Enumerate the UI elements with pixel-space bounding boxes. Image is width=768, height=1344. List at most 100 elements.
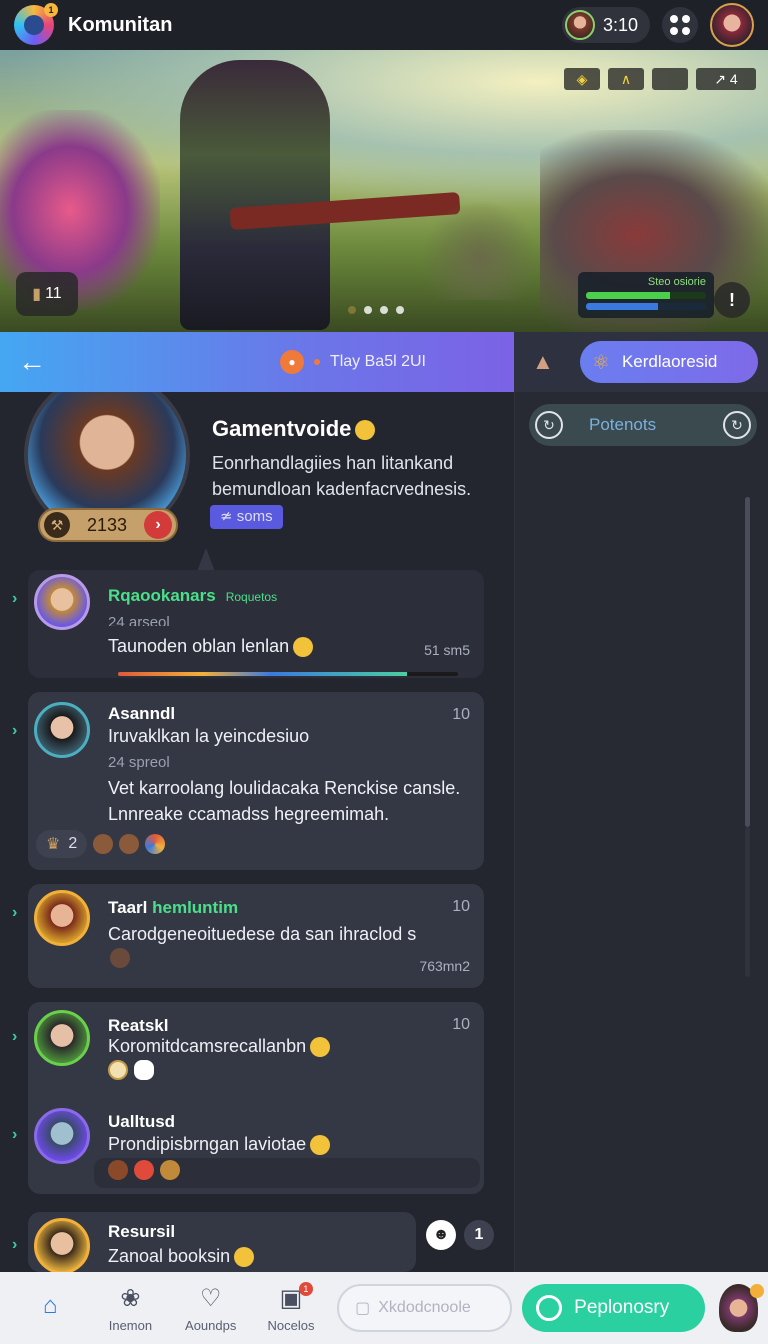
avatar[interactable] (34, 1010, 90, 1066)
explore-label: Peplonosry (574, 1297, 670, 1318)
timer-text: 3:10 (602, 14, 638, 35)
nav-aoundps[interactable]: ♡ Aoundps (171, 1284, 251, 1333)
chevron-right-icon: › (12, 590, 18, 607)
bottom-nav: ⌂ ❀ Inemon ♡ Aoundps ▣ 1 Nocelos ▢ Xkdod… (0, 1272, 768, 1344)
potenots-pill[interactable]: ↻ Potenots ↻ (529, 404, 757, 446)
message-text: Lnnreake ccamadss hegreemimah. (108, 804, 390, 824)
helmet-icon[interactable] (93, 834, 114, 854)
globe-icon[interactable] (145, 834, 166, 854)
carousel-dot[interactable] (380, 306, 388, 314)
author-highlight: hemluntim (152, 898, 239, 917)
clover-icon[interactable] (134, 1060, 154, 1080)
timer-avatar (564, 10, 595, 40)
hero-banner[interactable]: ◈ ∧ ↗ 4 ▮ 11 Steo osiorie ! (0, 50, 768, 332)
hero-ticket-button[interactable]: ▮ 11 (16, 272, 78, 316)
author-name: Rqaookanars (108, 586, 216, 605)
hero-top-icons: ◈ ∧ ↗ 4 (564, 68, 756, 90)
message-time: 10 (452, 706, 470, 723)
message-card[interactable]: › Resursil Zanoal booksin (12, 1212, 416, 1272)
message-author[interactable]: Reatskl (108, 1016, 168, 1036)
shield-icon[interactable] (108, 1160, 128, 1180)
message-author[interactable]: Resursil (108, 1222, 175, 1242)
profile-tag[interactable]: ≄ soms (210, 505, 283, 529)
message-card[interactable]: › Taarl hemluntim 10 Carodgeneoituedese … (12, 884, 484, 988)
play-icon[interactable] (134, 1160, 154, 1180)
chevron-up-icon[interactable]: ∧ (608, 68, 644, 90)
side-key-pill[interactable]: ⚛ Kerdlaoresid (580, 341, 758, 383)
profile-card: ⚒ 2133 › Gamentvoide Eonrhandlagiies han… (20, 392, 500, 574)
stats-bar-blue (586, 303, 706, 310)
carousel-dot[interactable] (396, 306, 404, 314)
avatar[interactable] (34, 702, 90, 758)
expand-icon[interactable]: ↗ 4 (696, 68, 756, 90)
helmet-icon[interactable] (119, 834, 140, 854)
profile-name: Gamentvoide (212, 416, 376, 442)
nav-home[interactable]: ⌂ (10, 1291, 90, 1325)
puzzle-icon: ❀ (120, 1284, 141, 1312)
explore-button[interactable]: Peplonosry (522, 1284, 705, 1332)
message-card[interactable]: › Rqaookanars Roquetos 24 arseol Taunoden… (12, 570, 484, 678)
carousel-dot[interactable] (348, 306, 356, 314)
avatar[interactable] (34, 1108, 90, 1164)
message-body: Koromitdcamsrecallanbn (108, 1036, 307, 1056)
message-author[interactable]: Taarl hemluntim (108, 898, 238, 918)
message-card[interactable]: › Asanndl 10 Iruvaklkan la yeincdesiuo 2… (12, 692, 484, 870)
message-author[interactable]: Rqaookanars Roquetos (108, 586, 277, 606)
apps-grid-button[interactable] (662, 7, 698, 43)
key-icon[interactable]: ◈ (564, 68, 600, 90)
logo-badge: 1 (44, 3, 58, 17)
nav-nocelos[interactable]: ▣ 1 Nocelos (251, 1281, 331, 1333)
message-meta: 24 spreol (108, 754, 170, 771)
chevron-right-icon: › (12, 1236, 18, 1253)
chevron-right-icon: › (12, 722, 18, 739)
side-header: ▲ ⚛ Kerdlaoresid (514, 332, 768, 392)
key-icon: ⚛ (592, 351, 610, 374)
carousel-dot[interactable] (364, 306, 372, 314)
profile-avatar-button[interactable] (710, 3, 754, 47)
compass-icon[interactable] (108, 1060, 128, 1080)
app-root: 1 Komunitan 3:10 ◈ ∧ ↗ 4 ▮ 11 Steo osior… (0, 0, 768, 1344)
avatar[interactable] (34, 574, 90, 630)
reaction-pill[interactable]: ♛ 2 (36, 830, 88, 858)
message-text: Koromitdcamsrecallanbn (108, 1036, 331, 1058)
floating-actions: ☻ 1 (426, 1220, 494, 1250)
user-icon[interactable]: ☻ (426, 1220, 456, 1250)
timer-pill[interactable]: 3:10 (561, 7, 650, 43)
chevron-right-icon[interactable]: › (144, 511, 172, 539)
blank-slot-icon[interactable] (652, 68, 688, 90)
home-icon: ⌂ (42, 1292, 58, 1319)
nav-label: Nocelos (267, 1317, 315, 1333)
level-pill[interactable]: ⚒ 2133 › (38, 508, 178, 542)
helmet-icon[interactable] (110, 948, 130, 968)
message-card[interactable]: › Reatskl 10 Koromitdcamsrecallanbn › Ua… (12, 1002, 484, 1194)
carousel-dots[interactable] (348, 306, 404, 314)
search-field[interactable]: ▢ Xkdodcnoole (337, 1284, 513, 1332)
app-logo[interactable]: 1 (14, 3, 58, 45)
back-arrow-icon[interactable]: ← (18, 346, 46, 378)
message-author[interactable]: Asanndl (108, 704, 175, 724)
avatar[interactable] (34, 890, 90, 946)
nav-profile-avatar[interactable] (718, 1284, 764, 1332)
hero-stats-panel: Steo osiorie (578, 272, 714, 318)
message-text: Prondipisbrngan laviotae (108, 1134, 331, 1156)
potenots-label: Potenots (589, 415, 657, 434)
scroll-icon[interactable]: ▲ (532, 349, 554, 375)
header-chip[interactable]: ● Tlay Ba5l 2UI (279, 350, 426, 374)
scrollbar-track[interactable] (745, 827, 750, 977)
stats-label: Steo osiorie (647, 276, 706, 288)
top-bar: 1 Komunitan 3:10 (0, 0, 768, 50)
emoji-icon (355, 420, 376, 441)
avatar[interactable] (34, 1218, 90, 1272)
avatar-badge (750, 1284, 764, 1298)
message-text: Vet karroolang loulidacaka Renckise cans… (108, 778, 461, 798)
alert-button[interactable]: ! (714, 282, 750, 318)
message-stamp: 763mn2 (419, 958, 470, 974)
message-author[interactable]: Ualltusd (108, 1112, 175, 1132)
app-title: Komunitan (68, 13, 173, 36)
badge-button[interactable]: 1 (464, 1220, 494, 1250)
nav-inemon[interactable]: ❀ Inemon (90, 1284, 170, 1333)
section-header: ← ● Tlay Ba5l 2UI (0, 332, 514, 392)
scrollbar-thumb[interactable] (745, 497, 750, 827)
gear-icon[interactable] (160, 1160, 180, 1180)
reaction-count: 2 (68, 835, 78, 852)
